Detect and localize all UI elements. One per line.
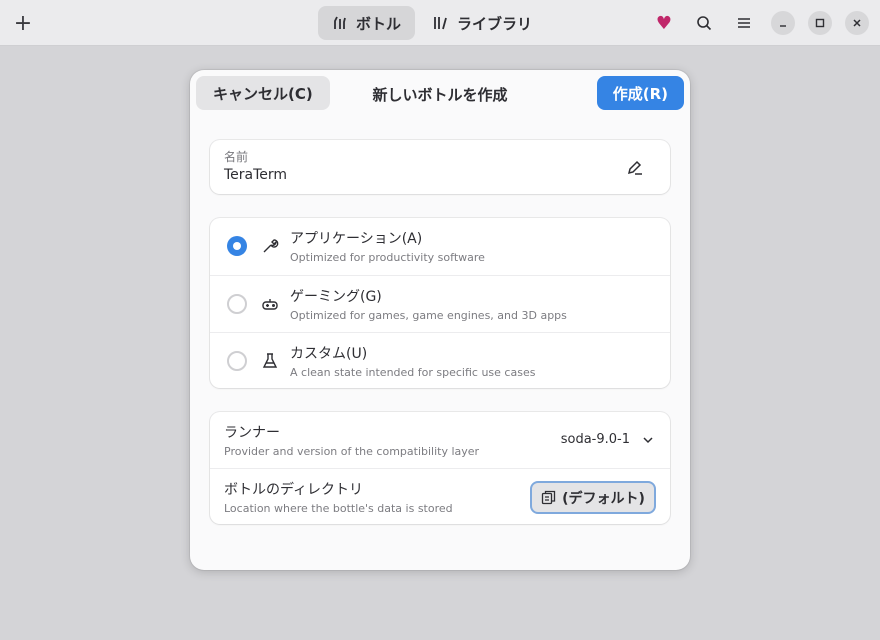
directory-subtitle: Location where the bottle's data is stor…	[224, 502, 453, 515]
directory-chooser-button[interactable]: (デフォルト)	[530, 481, 656, 514]
bottles-icon	[334, 16, 346, 29]
runner-dropdown[interactable]: soda-9.0-1	[561, 432, 630, 447]
environment-custom[interactable]: カスタム(U) A clean state intended for speci…	[210, 332, 670, 389]
environment-subtitle: Optimized for games, game engines, and 3…	[290, 309, 567, 322]
main-menu-button[interactable]	[730, 9, 758, 37]
tab-library[interactable]: ライブラリ	[419, 6, 546, 40]
tab-library-label: ライブラリ	[457, 14, 533, 33]
heart-icon: ♥	[655, 12, 673, 34]
maximize-icon	[815, 18, 825, 28]
library-icon	[434, 17, 447, 30]
environment-title: ゲーミング(G)	[290, 289, 382, 305]
environment-list: アプリケーション(A) Optimized for productivity s…	[210, 218, 670, 388]
search-button[interactable]	[690, 9, 718, 37]
new-bottle-dialog: キャンセル(C) 新しいボトルを作成 作成(R) 名前 TeraTerm アプリ…	[190, 70, 690, 570]
runner-row[interactable]: ランナー Provider and version of the compati…	[210, 412, 670, 468]
edit-icon[interactable]	[626, 159, 644, 177]
gamepad-icon	[262, 299, 278, 310]
radio-gaming[interactable]	[227, 294, 247, 314]
runner-title: ランナー	[224, 425, 280, 441]
minimize-button[interactable]	[771, 11, 795, 35]
radio-application[interactable]	[227, 236, 247, 256]
environment-title: アプリケーション(A)	[290, 231, 423, 247]
plus-icon: +	[13, 10, 33, 36]
search-icon	[697, 16, 712, 31]
directory-button-label: (デフォルト)	[562, 490, 645, 507]
settings-list: ランナー Provider and version of the compati…	[210, 412, 670, 524]
donate-button[interactable]: ♥	[650, 9, 678, 37]
tab-bottles[interactable]: ボトル	[318, 6, 416, 40]
create-button[interactable]: 作成(R)	[596, 76, 684, 110]
name-entry-row[interactable]: 名前 TeraTerm	[210, 140, 670, 194]
minimize-icon	[780, 25, 786, 27]
environment-subtitle: Optimized for productivity software	[290, 251, 485, 264]
directory-title: ボトルのディレクトリ	[224, 482, 364, 498]
header-bar: + ボトル ライブラリ ♥	[0, 0, 880, 46]
environment-title: カスタム(U)	[290, 346, 368, 362]
close-icon	[853, 19, 861, 27]
runner-subtitle: Provider and version of the compatibilit…	[224, 445, 480, 458]
tab-bottles-label: ボトル	[356, 14, 402, 33]
folder-copy-icon	[541, 490, 556, 505]
cancel-button[interactable]: キャンセル(C)	[196, 76, 330, 110]
maximize-button[interactable]	[808, 11, 832, 35]
name-input[interactable]: TeraTerm	[224, 167, 287, 183]
environment-application[interactable]: アプリケーション(A) Optimized for productivity s…	[210, 218, 670, 275]
wrench-icon	[263, 239, 279, 253]
environment-subtitle: A clean state intended for specific use …	[290, 366, 536, 379]
directory-row: ボトルのディレクトリ Location where the bottle's d…	[210, 468, 670, 524]
view-switcher: ボトル ライブラリ	[318, 6, 546, 40]
chevron-down-icon	[643, 437, 653, 444]
environment-gaming[interactable]: ゲーミング(G) Optimized for games, game engin…	[210, 275, 670, 332]
add-button[interactable]: +	[8, 8, 38, 38]
menu-icon	[738, 18, 750, 28]
close-button[interactable]	[845, 11, 869, 35]
flask-icon	[262, 353, 278, 368]
radio-custom[interactable]	[227, 351, 247, 371]
name-label: 名前	[224, 150, 249, 164]
